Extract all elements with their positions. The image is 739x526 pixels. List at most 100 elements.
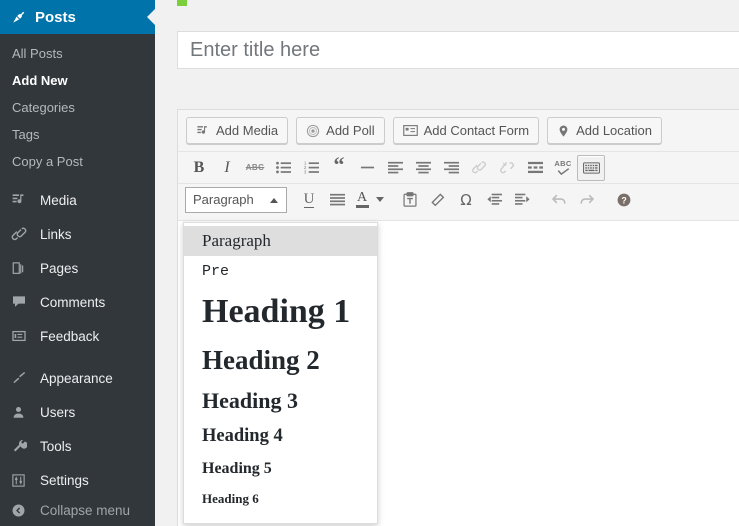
clear-formatting-button[interactable] [424, 187, 452, 213]
sidebar-item-settings[interactable]: Settings [0, 463, 155, 497]
spellcheck-icon: ABC [554, 160, 571, 175]
sidebar-posts-label: Posts [35, 8, 76, 26]
editor-toolbar-row-1: B I ABC 1 2 3 “ ABC [178, 151, 739, 183]
align-left-icon [387, 161, 403, 174]
svg-text:3: 3 [304, 169, 307, 174]
add-contact-form-button[interactable]: Add Contact Form [392, 117, 540, 144]
submenu-item-add-new[interactable]: Add New [0, 67, 155, 94]
align-center-button[interactable] [409, 155, 437, 181]
sidebar-item-posts[interactable]: Posts [0, 0, 155, 34]
svg-text:?: ? [621, 195, 626, 205]
numbered-list-button[interactable]: 1 2 3 [297, 155, 325, 181]
strikethrough-button[interactable]: ABC [241, 155, 269, 181]
blockquote-glyph: “ [333, 151, 345, 177]
sidebar-item-users[interactable]: Users [0, 395, 155, 429]
strikethrough-glyph: ABC [245, 163, 265, 172]
format-select-value: Paragraph [193, 192, 254, 207]
insert-link-button[interactable] [465, 155, 493, 181]
sidebar-settings-label: Settings [40, 472, 89, 488]
format-option-heading-3[interactable]: Heading 3 [184, 382, 377, 420]
format-dropdown-menu: Paragraph Pre Heading 1 Heading 2 Headin… [183, 222, 378, 524]
add-location-button[interactable]: Add Location [547, 117, 662, 144]
bullet-list-button[interactable] [269, 155, 297, 181]
blockquote-button[interactable]: “ [325, 151, 353, 181]
submenu-item-all-posts[interactable]: All Posts [0, 40, 155, 67]
horizontal-rule-button[interactable] [353, 155, 381, 181]
sidebar-item-appearance[interactable]: Appearance [0, 361, 155, 395]
format-option-heading-1[interactable]: Heading 1 [184, 286, 377, 338]
title-input[interactable] [188, 37, 739, 63]
sidebar-comments-label: Comments [40, 294, 106, 310]
italic-button[interactable]: I [213, 155, 241, 181]
format-select[interactable]: Paragraph [185, 186, 287, 213]
collapse-menu-button[interactable]: Collapse menu [0, 494, 155, 526]
underline-button[interactable]: U [295, 187, 323, 213]
align-left-button[interactable] [381, 155, 409, 181]
outdent-icon [486, 193, 502, 206]
numbered-list-icon: 1 2 3 [304, 161, 319, 174]
keyboard-icon [582, 161, 600, 174]
undo-button[interactable] [545, 187, 573, 213]
format-option-heading-4[interactable]: Heading 4 [184, 420, 377, 453]
remove-link-icon [499, 160, 515, 175]
justify-button[interactable] [323, 187, 351, 213]
format-option-heading-6[interactable]: Heading 6 [184, 484, 377, 514]
align-right-button[interactable] [437, 155, 465, 181]
users-icon [11, 405, 31, 420]
outdent-button[interactable] [480, 187, 508, 213]
format-option-paragraph[interactable]: Paragraph [184, 226, 377, 256]
sidebar-item-feedback[interactable]: Feedback [0, 319, 155, 353]
pages-icon [11, 261, 31, 276]
help-icon: ? [616, 192, 632, 208]
spellcheck-button[interactable]: ABC [549, 155, 577, 181]
sidebar-appearance-label: Appearance [40, 370, 113, 386]
paste-as-text-button[interactable] [396, 187, 424, 213]
clipboard-icon [403, 192, 417, 207]
tools-icon [11, 438, 31, 454]
sidebar-item-comments[interactable]: Comments [0, 285, 155, 319]
redo-button[interactable] [573, 187, 601, 213]
media-icon [11, 192, 31, 208]
indent-button[interactable] [508, 187, 536, 213]
submenu-item-copy-a-post[interactable]: Copy a Post [0, 148, 155, 175]
add-poll-button[interactable]: Add Poll [296, 117, 385, 144]
redo-icon [579, 193, 595, 207]
contact-form-icon [402, 124, 418, 137]
settings-icon [11, 473, 31, 488]
sidebar-feedback-label: Feedback [40, 328, 100, 344]
submenu-item-categories[interactable]: Categories [0, 94, 155, 121]
sidebar-item-tools[interactable]: Tools [0, 429, 155, 463]
sidebar-item-links[interactable]: Links [0, 217, 155, 251]
add-contact-form-label: Add Contact Form [423, 123, 530, 138]
post-title-field[interactable] [177, 31, 739, 69]
read-more-button[interactable] [521, 155, 549, 181]
horizontal-rule-icon [360, 161, 375, 174]
bold-button[interactable]: B [185, 155, 213, 181]
read-more-icon [527, 161, 543, 174]
submenu-item-tags[interactable]: Tags [0, 121, 155, 148]
sidebar-item-media[interactable]: Media [0, 183, 155, 217]
remove-link-button[interactable] [493, 155, 521, 181]
posts-submenu: All Posts Add New Categories Tags Copy a… [0, 34, 155, 183]
bullet-list-icon [275, 161, 291, 174]
format-option-heading-5[interactable]: Heading 5 [184, 453, 377, 484]
keyboard-shortcuts-button[interactable]: ? [610, 187, 638, 213]
format-option-pre[interactable]: Pre [184, 256, 377, 286]
special-character-button[interactable]: Ω [452, 187, 480, 213]
add-media-button[interactable]: Add Media [186, 117, 289, 144]
status-flag [177, 0, 187, 6]
text-color-icon: A [355, 191, 369, 208]
editor-toolbar-row-2: Paragraph U A Ω ? [178, 183, 739, 215]
sidebar-pages-label: Pages [40, 260, 79, 276]
add-media-icon [196, 124, 210, 138]
align-right-icon [443, 161, 459, 174]
link-icon [11, 226, 31, 242]
sidebar-users-label: Users [40, 404, 76, 420]
add-media-label: Add Media [216, 123, 279, 138]
comment-icon [11, 294, 31, 310]
toggle-toolbar-button[interactable] [577, 154, 605, 181]
text-color-button[interactable]: A [351, 187, 373, 213]
text-color-dropdown[interactable] [373, 187, 387, 213]
sidebar-item-pages[interactable]: Pages [0, 251, 155, 285]
format-option-heading-2[interactable]: Heading 2 [184, 338, 377, 382]
